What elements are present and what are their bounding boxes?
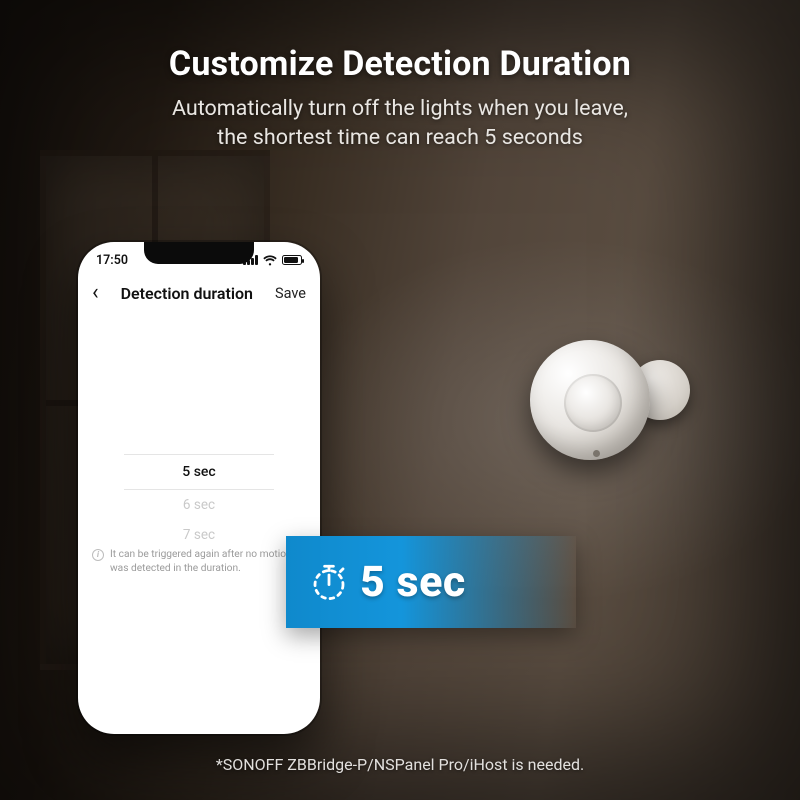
wifi-icon	[263, 255, 277, 266]
helper-text: It can be triggered again after no motio…	[110, 548, 310, 576]
duration-picker[interactable]: 5 sec 6 sec 7 sec	[78, 454, 320, 550]
picker-selected-option[interactable]: 5 sec	[124, 454, 274, 490]
picker-option[interactable]: 7 sec	[78, 520, 320, 550]
battery-icon	[282, 255, 302, 265]
headline-subtitle: Automatically turn off the lights when y…	[60, 94, 740, 152]
back-button[interactable]: ‹	[92, 282, 99, 304]
motion-sensor-indicator	[593, 450, 600, 457]
phone-notch	[144, 242, 254, 264]
helper-text-row: i It can be triggered again after no mot…	[92, 548, 310, 576]
info-icon: i	[92, 549, 104, 561]
status-time: 17:50	[96, 253, 128, 268]
stopwatch-icon	[308, 561, 350, 603]
page-title: Detection duration	[121, 284, 253, 303]
picker-option[interactable]: 6 sec	[78, 490, 320, 520]
app-navbar: ‹ Detection duration Save	[78, 272, 320, 314]
headline-sub-line1: Automatically turn off the lights when y…	[172, 96, 628, 121]
headline-sub-line2: the shortest time can reach 5 seconds	[217, 125, 583, 150]
headline-block: Customize Detection Duration Automatical…	[0, 44, 800, 152]
headline-title: Customize Detection Duration	[60, 44, 740, 84]
motion-sensor-lens	[564, 374, 622, 432]
phone-mockup: 17:50 ‹ Detection duration Save 5 sec 6 …	[78, 242, 320, 734]
promo-scene: Customize Detection Duration Automatical…	[0, 0, 800, 800]
footnote-text: *SONOFF ZBBridge-P/NSPanel Pro/iHost is …	[0, 755, 800, 774]
save-button[interactable]: Save	[275, 285, 306, 302]
duration-banner-label: 5 sec	[360, 557, 466, 607]
duration-banner: 5 sec	[286, 536, 576, 628]
